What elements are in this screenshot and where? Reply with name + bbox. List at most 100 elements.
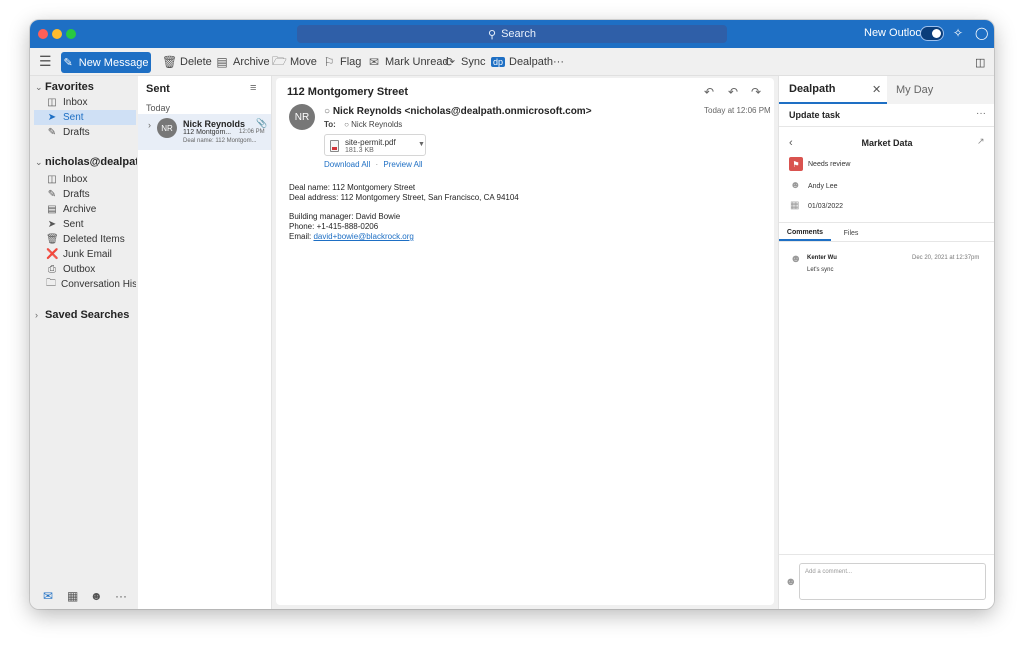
filter-icon[interactable]: ≡: [250, 82, 256, 94]
favorite-inbox[interactable]: ◫ Inbox: [46, 95, 136, 110]
search-bar[interactable]: ⚲ Search: [297, 25, 727, 43]
divider: [779, 222, 994, 223]
more-actions-button[interactable]: ···: [553, 53, 564, 71]
folder-deleted-items[interactable]: 🗑 Deleted Items: [46, 232, 136, 247]
archive-button[interactable]: ▤ Archive: [215, 53, 269, 71]
zoom-window-button[interactable]: [66, 29, 76, 39]
more-apps-icon[interactable]: ···: [115, 589, 127, 603]
attachment-links: Download All · Preview All: [324, 160, 423, 169]
account-header[interactable]: ⌄nicholas@dealpath...: [35, 156, 137, 168]
update-task-title: Update task: [789, 110, 841, 120]
chevron-down-icon[interactable]: ▼: [418, 141, 425, 148]
sender-avatar: NR: [289, 104, 315, 130]
folder-icon: 🗀: [46, 278, 56, 289]
message-list: Sent ≡ Today › Nick Reynolds 📎 112 Montg…: [138, 76, 272, 609]
person-icon: ☻: [790, 180, 801, 191]
chevron-down-icon: ⌄: [35, 157, 43, 167]
send-icon: ➤: [47, 219, 57, 230]
favorite-drafts[interactable]: ✎ Drafts: [46, 125, 136, 140]
message-subject: 112 Montgom...: [183, 129, 232, 136]
email-link[interactable]: david+bowie@blackrock.org: [313, 232, 413, 241]
mark-unread-button[interactable]: ✉ Mark Unread: [367, 53, 449, 71]
date-group-header: Today: [146, 103, 171, 113]
new-outlook-toggle[interactable]: [920, 26, 944, 41]
body-building-manager: Building manager: David Bowie: [289, 212, 401, 221]
tab-comments[interactable]: Comments: [779, 225, 831, 241]
assignee-value[interactable]: Andy Lee: [808, 183, 838, 190]
body-deal-name: Deal name: 112 Montgomery Street: [289, 183, 416, 192]
forward-icon[interactable]: ↷: [751, 85, 761, 99]
send-icon: ➤: [47, 112, 57, 123]
status-circle-icon: ○: [344, 120, 349, 129]
drafts-icon: ✎: [47, 127, 57, 138]
external-link-icon[interactable]: ↗: [977, 136, 985, 147]
new-outlook-label: New Outlook: [864, 27, 927, 39]
flag-button[interactable]: ⚐ Flag: [322, 53, 362, 71]
new-message-button[interactable]: ✎ New Message: [61, 52, 151, 73]
folder-inbox[interactable]: ◫ Inbox: [46, 172, 136, 187]
chevron-right-icon[interactable]: ›: [148, 120, 151, 130]
reply-icon[interactable]: ↶: [704, 85, 714, 99]
flag-icon: ⚐: [323, 55, 335, 69]
to-line: To: ○ Nick Reynolds: [324, 120, 403, 129]
bell-icon[interactable]: ◯: [975, 26, 988, 40]
attachment-name: site-permit.pdf: [345, 138, 396, 147]
folder-outbox[interactable]: ⎙ Outbox: [46, 262, 136, 277]
delete-button[interactable]: 🗑 Delete: [162, 53, 212, 71]
sync-icon: ⟳: [444, 55, 456, 69]
search-label: Search: [501, 28, 536, 40]
reply-all-icon[interactable]: ↶: [728, 85, 738, 99]
tab-files[interactable]: Files: [831, 225, 871, 241]
status-flag-icon: ⚑: [789, 157, 803, 171]
sync-button[interactable]: ⟳ Sync: [443, 53, 486, 71]
folder-conversation-history[interactable]: 🗀Conversation His...: [46, 277, 136, 292]
people-icon[interactable]: ☻: [90, 589, 103, 603]
add-comment-input[interactable]: Add a comment...: [799, 563, 986, 600]
calendar-icon[interactable]: ▦: [67, 589, 78, 603]
move-button[interactable]: 🗁 Move: [272, 53, 317, 71]
folder-drafts[interactable]: ✎ Drafts: [46, 187, 136, 202]
favorite-sent[interactable]: ➤ Sent: [34, 110, 136, 125]
outlook-window: ⚲ Search New Outlook ✧ ◯ ☰ ✎ New Message…: [30, 20, 994, 609]
drafts-icon: ✎: [47, 189, 57, 200]
archive-icon: ▤: [216, 55, 228, 69]
hamburger-menu-icon[interactable]: ☰: [39, 53, 52, 70]
status-value[interactable]: Needs review: [808, 161, 850, 168]
minimize-window-button[interactable]: [52, 29, 62, 39]
sender-name[interactable]: Nick Reynolds <nicholas@dealpath.onmicro…: [333, 106, 592, 117]
trash-icon: 🗑: [46, 234, 59, 245]
addin-panel: Dealpath ✕ My Day Update task ··· ‹ Mark…: [778, 76, 994, 609]
title-bar: ⚲ Search New Outlook ✧ ◯: [30, 20, 994, 48]
folder-sent[interactable]: ➤ Sent: [46, 217, 136, 232]
more-options-button[interactable]: ···: [976, 108, 986, 119]
close-window-button[interactable]: [38, 29, 48, 39]
megaphone-icon[interactable]: ✧: [953, 26, 963, 40]
compose-icon: ✎: [63, 57, 73, 69]
recipient-name[interactable]: Nick Reynolds: [351, 120, 402, 129]
dealpath-button[interactable]: dp Dealpath: [491, 53, 553, 71]
saved-searches-header[interactable]: › Saved Searches: [35, 309, 135, 321]
message-sender: Nick Reynolds: [183, 119, 246, 129]
dealpath-icon: dp: [491, 57, 505, 67]
paperclip-icon: 📎: [256, 118, 268, 128]
person-icon: ☻: [790, 253, 802, 265]
close-icon[interactable]: ✕: [872, 83, 881, 96]
tab-my-day[interactable]: My Day: [887, 76, 994, 104]
preview-all-link[interactable]: Preview All: [383, 160, 422, 169]
junk-icon: ❌: [46, 249, 59, 260]
folder-junk-email[interactable]: ❌ Junk Email: [46, 247, 136, 262]
sender-line: ○ Nick Reynolds <nicholas@dealpath.onmic…: [324, 106, 592, 117]
inbox-icon: ◫: [47, 97, 57, 108]
mail-icon[interactable]: ✉: [43, 589, 53, 603]
attachment-card[interactable]: site-permit.pdf 181.3 KB ▼: [324, 134, 426, 156]
download-all-link[interactable]: Download All: [324, 160, 370, 169]
calendar-icon: ▦: [790, 200, 800, 211]
toolbar: ☰ ✎ New Message 🗑 Delete ▤ Archive 🗁 Mov…: [30, 48, 994, 76]
sidepane-icon[interactable]: ◫: [975, 53, 985, 71]
folder-archive[interactable]: ▤ Archive: [46, 202, 136, 217]
search-icon: ⚲: [488, 28, 497, 41]
person-icon: ☻: [785, 576, 797, 588]
due-date-value[interactable]: 01/03/2022: [808, 203, 843, 210]
favorites-header[interactable]: ⌄ Favorites: [35, 81, 135, 93]
tab-dealpath[interactable]: Dealpath: [779, 76, 887, 104]
